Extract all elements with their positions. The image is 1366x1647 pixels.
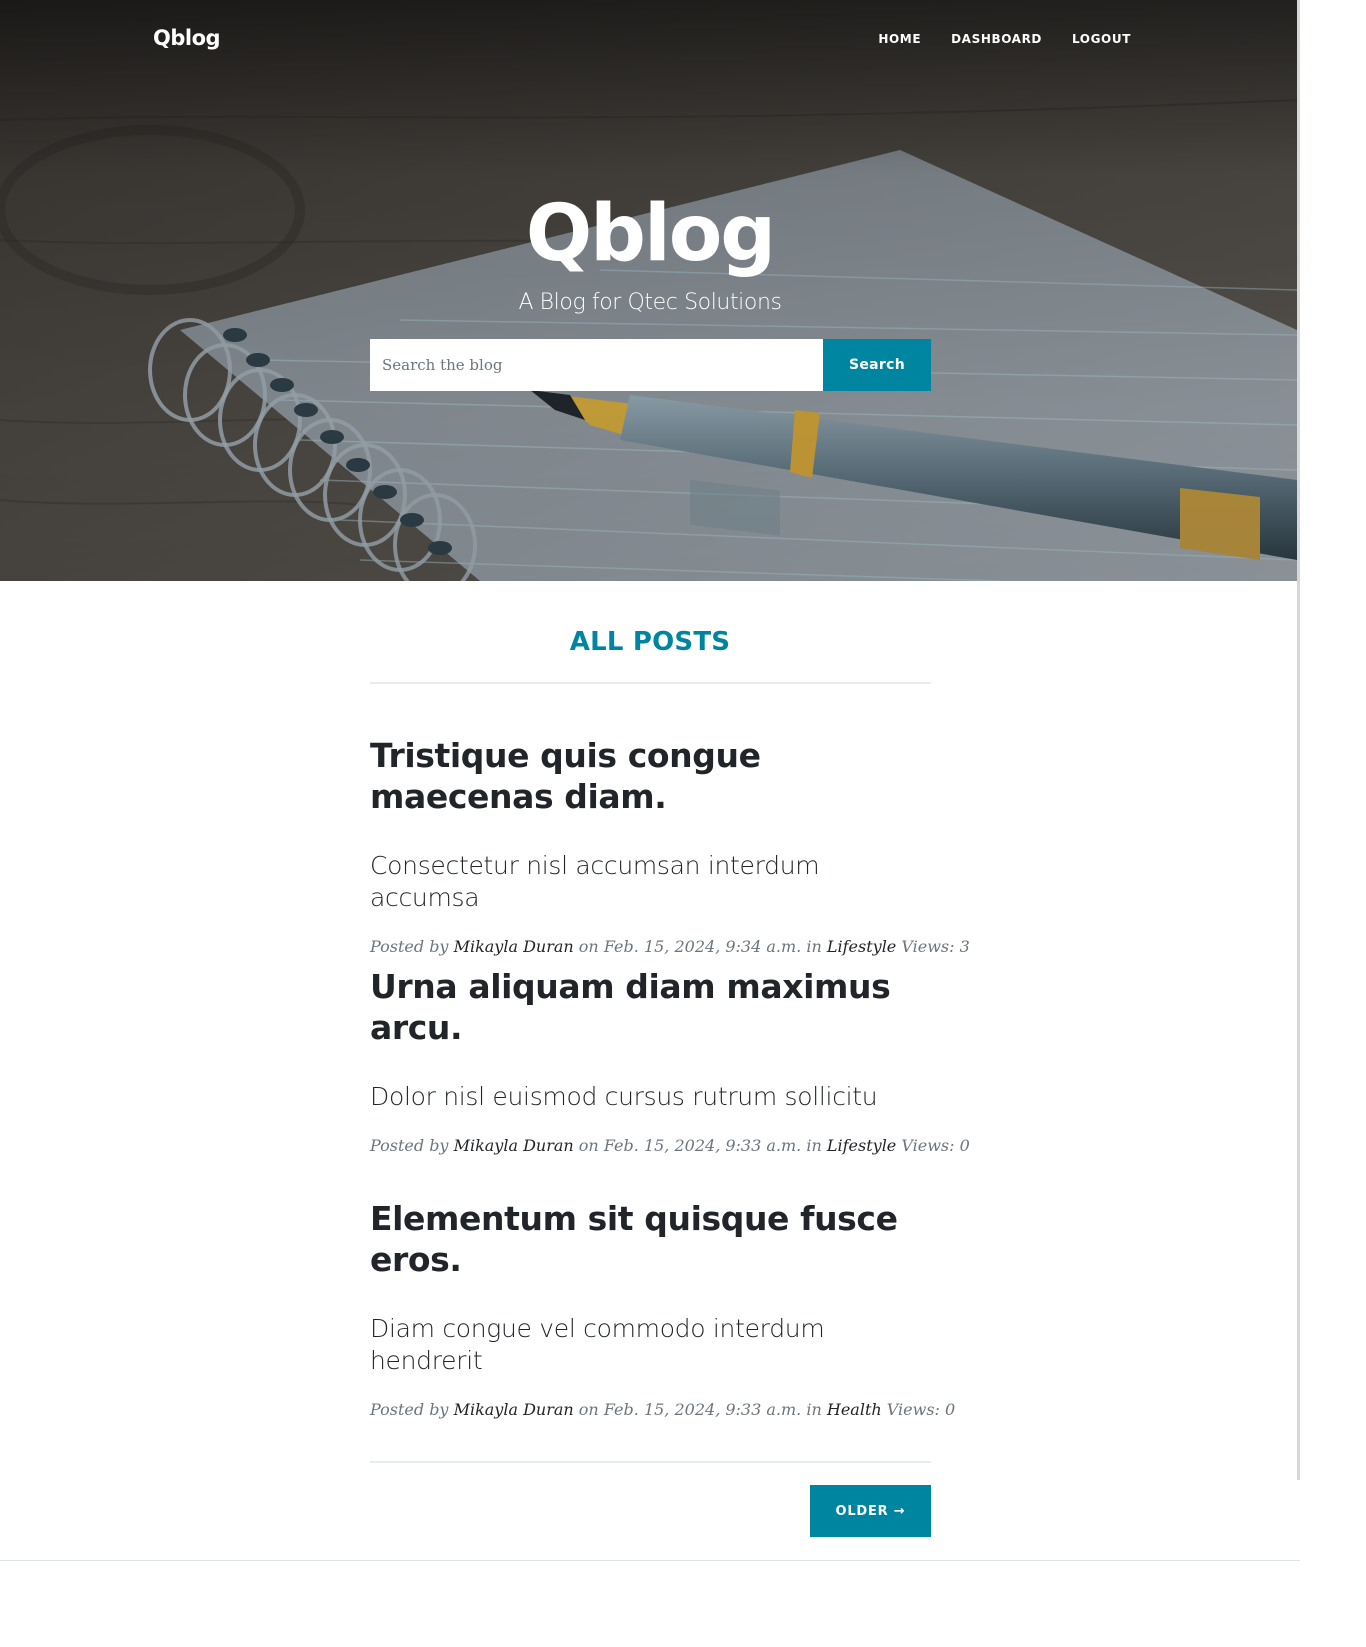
in-label: in: [806, 937, 822, 956]
search-form: Search: [370, 339, 931, 391]
post-author-link[interactable]: Mikayla Duran: [454, 937, 574, 956]
hero-subtitle: A Blog for Qtec Solutions: [518, 290, 782, 315]
posted-by-label: Posted by: [370, 1136, 449, 1155]
nav-logout-link[interactable]: LOGOUT: [1072, 32, 1131, 46]
post-subtitle: Diam congue vel commodo interdum hendrer…: [370, 1314, 825, 1375]
on-label: on: [578, 1400, 599, 1419]
post-meta: Posted by Mikayla Duran on Feb. 15, 2024…: [370, 1399, 955, 1421]
nav-links: HOME DASHBOARD LOGOUT: [878, 32, 1131, 46]
brand-link[interactable]: Qblog: [153, 26, 221, 50]
posted-by-label: Posted by: [370, 1400, 449, 1419]
top-navbar: Qblog HOME DASHBOARD LOGOUT: [0, 0, 1297, 80]
views-count: 0: [945, 1400, 956, 1419]
page: Qblog HOME DASHBOARD LOGOUT Qblog A Blog…: [0, 0, 1300, 1647]
post-date: Feb. 15, 2024, 9:33 a.m.: [603, 1136, 802, 1155]
post-preview: Urna aliquam diam maximus arcu. Dolor ni…: [370, 966, 970, 1157]
post-category-link[interactable]: Health: [827, 1400, 882, 1419]
hero-title: Qblog: [525, 189, 776, 279]
post-category-link[interactable]: Lifestyle: [827, 937, 896, 956]
post-author-link[interactable]: Mikayla Duran: [454, 1136, 574, 1155]
hero-header: Qblog HOME DASHBOARD LOGOUT Qblog A Blog…: [0, 0, 1297, 581]
in-label: in: [806, 1400, 822, 1419]
post-title-link[interactable]: Tristique quis congue maecenas diam.: [370, 735, 931, 817]
views-count: 3: [959, 937, 970, 956]
post-preview: Tristique quis congue maecenas diam. Con…: [370, 735, 970, 958]
post-date: Feb. 15, 2024, 9:33 a.m.: [603, 1400, 802, 1419]
divider: [370, 682, 931, 684]
post-subtitle: Consectetur nisl accumsan interdum accum…: [370, 851, 820, 912]
in-label: in: [806, 1136, 822, 1155]
search-input[interactable]: [370, 339, 823, 391]
posted-by-label: Posted by: [370, 937, 449, 956]
on-label: on: [578, 1136, 599, 1155]
views-label: Views:: [901, 1136, 955, 1155]
all-posts-heading: ALL POSTS: [569, 627, 731, 657]
post-meta: Posted by Mikayla Duran on Feb. 15, 2024…: [370, 936, 970, 958]
footer-divider: [0, 1560, 1300, 1561]
nav-dashboard-link[interactable]: DASHBOARD: [951, 32, 1042, 46]
post-category-link[interactable]: Lifestyle: [827, 1136, 896, 1155]
views-label: Views:: [886, 1400, 940, 1419]
post-date: Feb. 15, 2024, 9:34 a.m.: [603, 937, 802, 956]
post-meta: Posted by Mikayla Duran on Feb. 15, 2024…: [370, 1135, 970, 1157]
post-author-link[interactable]: Mikayla Duran: [454, 1400, 574, 1419]
views-label: Views:: [901, 937, 955, 956]
on-label: on: [578, 937, 599, 956]
search-button[interactable]: Search: [823, 339, 931, 391]
post-title-link[interactable]: Elementum sit quisque fusce eros.: [370, 1198, 931, 1280]
post-title-link[interactable]: Urna aliquam diam maximus arcu.: [370, 966, 931, 1048]
post-subtitle: Dolor nisl euismod cursus rutrum sollici…: [370, 1082, 878, 1111]
divider: [370, 1461, 931, 1463]
right-gutter: [1300, 0, 1366, 1647]
older-posts-button[interactable]: OLDER →: [810, 1485, 931, 1537]
nav-home-link[interactable]: HOME: [878, 32, 921, 46]
post-preview: Elementum sit quisque fusce eros. Diam c…: [370, 1198, 955, 1421]
views-count: 0: [959, 1136, 970, 1155]
